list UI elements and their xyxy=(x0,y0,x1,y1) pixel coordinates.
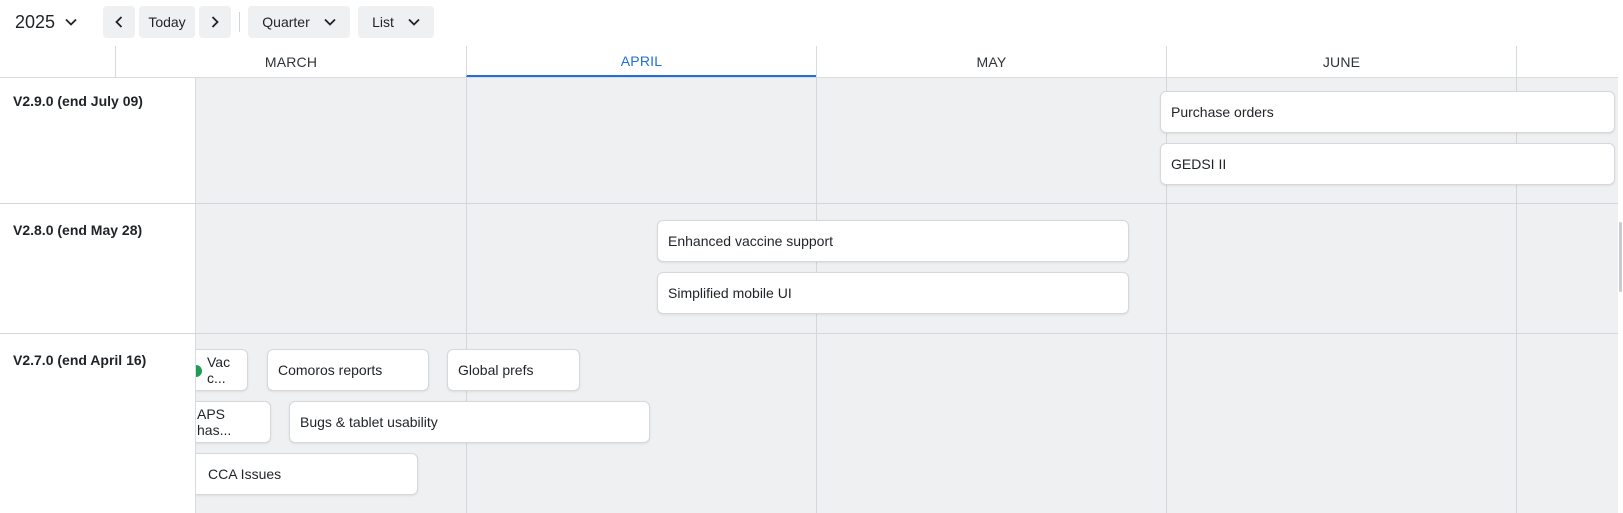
row-divider xyxy=(0,203,196,204)
month-label: JUNE xyxy=(1322,53,1361,70)
toolbar-divider xyxy=(239,12,240,32)
row-divider xyxy=(0,333,1623,334)
view-dropdown[interactable]: List xyxy=(358,6,434,38)
item-label: Simplified mobile UI xyxy=(668,285,792,301)
row-label: V2.9.0 (end July 09) xyxy=(13,93,143,109)
item-label: CCA Issues xyxy=(208,466,282,482)
timeline-header: MARCH APRIL MAY JUNE xyxy=(0,46,1623,78)
roadmap-item-global-prefs[interactable]: Global prefs xyxy=(447,349,580,391)
grid-line xyxy=(466,78,467,513)
toolbar: 2025 Today Quarter List xyxy=(0,0,1623,46)
chevron-left-icon xyxy=(115,16,123,28)
month-header-june: JUNE xyxy=(1166,46,1516,77)
row-divider xyxy=(0,203,1623,204)
chevron-down-icon xyxy=(65,18,77,26)
month-header-may: MAY xyxy=(816,46,1166,77)
chevron-right-icon xyxy=(211,16,219,28)
month-label: MARCH xyxy=(264,53,318,70)
chevron-down-icon xyxy=(324,18,336,26)
month-label: MAY xyxy=(976,53,1007,70)
month-header-next xyxy=(1516,46,1618,77)
month-header-april: APRIL xyxy=(466,46,816,77)
timeline-grid: Purchase orders GEDSI II Enhanced vaccin… xyxy=(0,78,1623,513)
item-label: Bugs & tablet usability xyxy=(300,414,438,430)
roadmap-item-gedsi[interactable]: GEDSI II xyxy=(1160,143,1615,185)
roadmap-item-enhanced-vaccine[interactable]: Enhanced vaccine support xyxy=(657,220,1129,262)
item-label: Comoros reports xyxy=(278,362,383,378)
roadmap-item-cca-issues[interactable]: CCA Issues xyxy=(180,453,418,495)
month-label: APRIL xyxy=(620,52,663,69)
previous-button[interactable] xyxy=(103,6,135,38)
item-label: APS has... xyxy=(197,406,232,438)
year-selector[interactable]: 2025 xyxy=(15,10,77,34)
view-label: List xyxy=(372,14,394,30)
row-label-column: V2.9.0 (end July 09) V2.8.0 (end May 28)… xyxy=(0,78,196,513)
row-label: V2.7.0 (end April 16) xyxy=(13,352,147,368)
item-label: Enhanced vaccine support xyxy=(668,233,833,249)
roadmap-item-simplified-mobile[interactable]: Simplified mobile UI xyxy=(657,272,1129,314)
today-button[interactable]: Today xyxy=(139,6,195,38)
roadmap-item-comoros-reports[interactable]: Comoros reports xyxy=(267,349,429,391)
roadmap-item-bugs-tablet[interactable]: Bugs & tablet usability xyxy=(289,401,650,443)
scrollbar-thumb[interactable] xyxy=(1619,222,1622,292)
month-header-march: MARCH xyxy=(115,46,466,77)
next-button[interactable] xyxy=(199,6,231,38)
year-label: 2025 xyxy=(15,11,56,32)
item-label: Global prefs xyxy=(458,362,534,378)
item-label: Purchase orders xyxy=(1171,104,1274,120)
period-label: Quarter xyxy=(262,14,310,30)
chevron-down-icon xyxy=(408,18,420,26)
item-label: Vac c... xyxy=(207,354,231,386)
period-dropdown[interactable]: Quarter xyxy=(248,6,350,38)
item-label: GEDSI II xyxy=(1171,156,1227,172)
row-divider xyxy=(0,333,196,334)
roadmap-item-purchase-orders[interactable]: Purchase orders xyxy=(1160,91,1615,133)
row-label: V2.8.0 (end May 28) xyxy=(13,222,143,238)
